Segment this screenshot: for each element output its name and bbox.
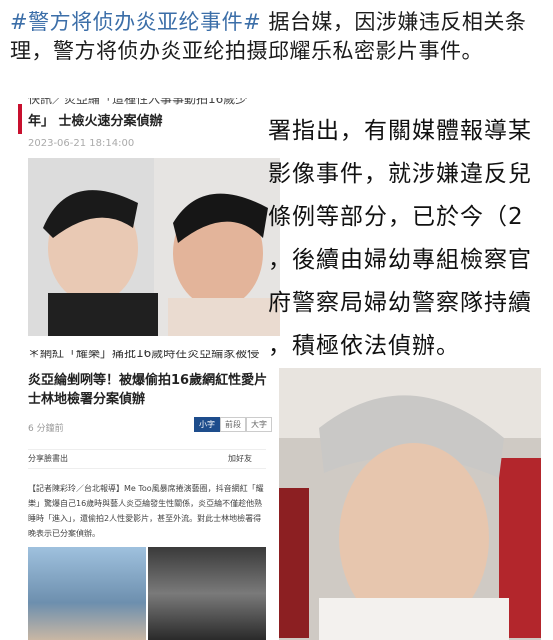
accent-bar	[18, 104, 22, 134]
article-photo	[28, 158, 280, 336]
article-time: 6 分鐘前	[28, 424, 64, 434]
photo-right	[148, 547, 266, 640]
zoom-line: 影像事件，就涉嫌違反兒	[268, 161, 532, 187]
post-text: #警方将侦办炎亚纶事件# 据台媒，因涉嫌违反相关条理，警方将侦办炎亚纶拍摄邱耀乐…	[10, 8, 545, 66]
celebrity-photo	[279, 368, 541, 640]
article-title: 炎亞綸剉咧等！被爆偷拍16歲網紅性愛片 士林地檢署分案偵辦	[28, 373, 268, 407]
zoom-line: ，積極依法偵辦。	[268, 333, 460, 359]
size-medium-button[interactable]: 前段	[220, 417, 246, 432]
zoom-line: ，後續由婦幼專組檢察官	[268, 247, 532, 273]
add-friend-button[interactable]: 加好友	[228, 453, 252, 464]
article-photos	[28, 547, 266, 640]
zoom-line: 府警察局婦幼警察隊持續	[268, 290, 532, 316]
article-date: 2023-06-21 18:14:00	[28, 138, 135, 149]
size-small-button[interactable]: 小字	[194, 417, 220, 432]
zoomed-text: 署指出，有關媒體報導某 影像事件，就涉嫌違反兒 條例等部分，已於今（2 ，後續由…	[268, 110, 553, 368]
article-headline: 年」 士檢火速分案偵辦	[28, 114, 163, 129]
zoom-line: 署指出，有關媒體報導某	[268, 118, 532, 144]
article-bottom-cut: ＊網紅「耀樂」痛批16歲時在炎亞綸家被侵	[28, 350, 260, 360]
font-size-switch: 小字 前段 大字	[194, 417, 272, 432]
size-large-button[interactable]: 大字	[246, 417, 272, 432]
article-card-bottom: 炎亞綸剉咧等！被爆偷拍16歲網紅性愛片 士林地檢署分案偵辦 6 分鐘前 小字 前…	[18, 365, 273, 640]
share-bar: 分享臉書出 加好友	[28, 449, 266, 469]
share-button[interactable]: 分享臉書出	[28, 453, 68, 464]
zoom-line: 條例等部分，已於今（2	[268, 204, 524, 230]
hashtag-link[interactable]: #警方将侦办炎亚纶事件#	[10, 10, 261, 34]
article-body: 【記者陳彩玲／台北報導】Me Too風暴席捲演藝圈，抖音網紅「耀樂」驚爆自己16…	[28, 484, 264, 538]
photo-left	[28, 547, 146, 640]
article-cut-line: 快訊／炎亞綸「這種性入事事動拍16歲少	[28, 98, 248, 106]
article-card-top: 快訊／炎亞綸「這種性入事事動拍16歲少 年」 士檢火速分案偵辦 2023-06-…	[18, 98, 280, 360]
